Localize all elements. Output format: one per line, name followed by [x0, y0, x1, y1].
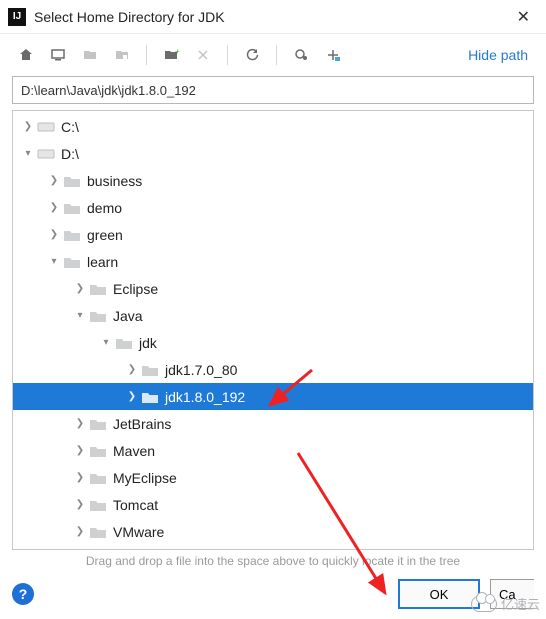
ok-button[interactable]: OK — [398, 579, 480, 609]
tree-node[interactable]: ❯ business — [13, 167, 533, 194]
tree-panel[interactable]: ❯ C:\ ▾ D:\ ❯ business ❯ demo ❯ green ▾ learn ❯ Eclip… — [12, 110, 534, 550]
folder-icon — [89, 469, 107, 487]
tree-node[interactable]: ▾ Java — [13, 302, 533, 329]
tree-node[interactable]: ❯ jdk1.8.0_192 — [13, 383, 533, 410]
chevron-right-icon[interactable]: ❯ — [73, 526, 87, 537]
project-icon — [76, 41, 104, 69]
tree-node-label: Eclipse — [113, 281, 158, 297]
delete-icon — [189, 41, 217, 69]
chevron-down-icon[interactable]: ▾ — [47, 256, 61, 267]
tree-node-label: demo — [87, 200, 122, 216]
chevron-right-icon[interactable]: ❯ — [125, 391, 139, 402]
toolbar-separator — [146, 45, 147, 65]
help-icon[interactable]: ? — [12, 583, 34, 605]
refresh-icon[interactable] — [238, 41, 266, 69]
chevron-right-icon[interactable]: ❯ — [73, 472, 87, 483]
tree-node[interactable]: ❯ MyEclipse — [13, 464, 533, 491]
tree-node[interactable]: ❯ green — [13, 221, 533, 248]
directory-tree: ❯ C:\ ▾ D:\ ❯ business ❯ demo ❯ green ▾ learn ❯ Eclip… — [13, 111, 533, 547]
tree-node-label: VMware — [113, 524, 164, 540]
tree-node[interactable]: ❯ Maven — [13, 437, 533, 464]
tree-node-label: business — [87, 173, 142, 189]
folder-icon — [89, 415, 107, 433]
desktop-icon[interactable] — [44, 41, 72, 69]
add-path-icon[interactable] — [319, 41, 347, 69]
folder-icon — [89, 523, 107, 541]
new-folder-icon[interactable]: + — [157, 41, 185, 69]
path-row — [0, 76, 546, 110]
tree-node[interactable]: ❯ jdk1.7.0_80 — [13, 356, 533, 383]
path-input[interactable] — [12, 76, 534, 104]
toolbar-separator — [227, 45, 228, 65]
tree-node[interactable]: ▾ learn — [13, 248, 533, 275]
module-icon — [108, 41, 136, 69]
home-icon[interactable] — [12, 41, 40, 69]
button-row: ? OK Ca — [0, 579, 546, 609]
hide-path-link[interactable]: Hide path — [462, 47, 534, 63]
window-title: Select Home Directory for JDK — [34, 9, 509, 25]
tree-node[interactable]: ❯ Tomcat — [13, 491, 533, 518]
show-hidden-icon[interactable] — [287, 41, 315, 69]
tree-node[interactable]: ❯ demo — [13, 194, 533, 221]
toolbar-separator — [276, 45, 277, 65]
chevron-right-icon[interactable]: ❯ — [47, 202, 61, 213]
folder-icon — [63, 172, 81, 190]
hint-text: Drag and drop a file into the space abov… — [0, 550, 546, 576]
tree-node[interactable]: ❯ Eclipse — [13, 275, 533, 302]
folder-icon — [89, 280, 107, 298]
tree-node-label: Maven — [113, 443, 155, 459]
tree-node-label: Java — [113, 308, 143, 324]
tree-node-label: learn — [87, 254, 118, 270]
tree-node-label: jdk — [139, 335, 157, 351]
folder-icon — [89, 496, 107, 514]
chevron-right-icon[interactable]: ❯ — [47, 175, 61, 186]
chevron-right-icon[interactable]: ❯ — [73, 283, 87, 294]
cancel-button[interactable]: Ca — [490, 579, 534, 609]
tree-node-label: jdk1.8.0_192 — [165, 389, 245, 405]
titlebar: IJ Select Home Directory for JDK ✕ — [0, 0, 546, 34]
chevron-right-icon[interactable]: ❯ — [73, 499, 87, 510]
tree-node[interactable]: ▾ jdk — [13, 329, 533, 356]
tree-node-label: green — [87, 227, 123, 243]
toolbar: + Hide path — [0, 34, 546, 76]
tree-node-label: MyEclipse — [113, 470, 177, 486]
folder-icon — [89, 442, 107, 460]
folder-icon — [63, 226, 81, 244]
folder-icon — [141, 388, 159, 406]
tree-node[interactable]: ▾ D:\ — [13, 140, 533, 167]
chevron-right-icon[interactable]: ❯ — [125, 364, 139, 375]
chevron-down-icon[interactable]: ▾ — [21, 148, 35, 159]
tree-node[interactable]: ❯ C:\ — [13, 113, 533, 140]
tree-node[interactable]: ❯ VMware — [13, 518, 533, 545]
chevron-right-icon[interactable]: ❯ — [73, 418, 87, 429]
drive-icon — [37, 118, 55, 136]
svg-text:+: + — [175, 47, 179, 56]
folder-icon — [89, 307, 107, 325]
tree-node[interactable]: ❯ JetBrains — [13, 410, 533, 437]
chevron-right-icon[interactable]: ❯ — [47, 229, 61, 240]
chevron-right-icon[interactable]: ❯ — [73, 445, 87, 456]
folder-icon — [115, 334, 133, 352]
folder-icon — [141, 361, 159, 379]
chevron-down-icon[interactable]: ▾ — [73, 310, 87, 321]
drive-icon — [37, 145, 55, 163]
tree-node-label: C:\ — [61, 119, 79, 135]
tree-node-label: jdk1.7.0_80 — [165, 362, 237, 378]
folder-icon — [63, 199, 81, 217]
tree-node-label: Tomcat — [113, 497, 158, 513]
chevron-down-icon[interactable]: ▾ — [99, 337, 113, 348]
close-icon[interactable]: ✕ — [509, 3, 538, 31]
tree-node-label: D:\ — [61, 146, 79, 162]
folder-icon — [63, 253, 81, 271]
chevron-right-icon[interactable]: ❯ — [21, 121, 35, 132]
tree-node-label: JetBrains — [113, 416, 171, 432]
app-icon: IJ — [8, 8, 26, 26]
